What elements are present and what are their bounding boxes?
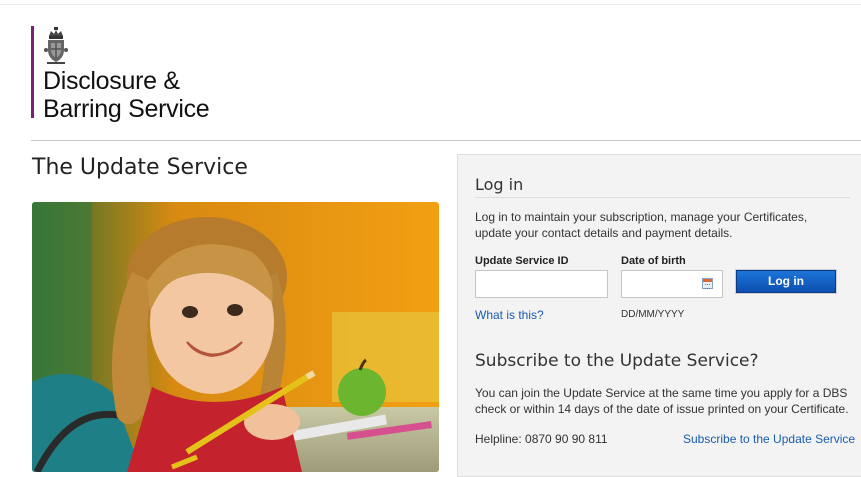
- login-divider: [475, 197, 850, 198]
- helpline-text: Helpline: 0870 90 90 811: [475, 432, 608, 446]
- dob-format-hint: DD/MM/YYYY: [621, 309, 685, 320]
- calendar-icon[interactable]: [702, 278, 713, 289]
- subscribe-description: You can join the Update Service at the s…: [475, 386, 849, 416]
- smiling-girl-image: [32, 202, 439, 472]
- login-button[interactable]: Log in: [736, 270, 836, 293]
- subscribe-link[interactable]: Subscribe to the Update Service: [683, 432, 855, 446]
- page-title: The Update Service: [32, 155, 248, 180]
- crown-crest-icon: [44, 27, 68, 64]
- hero-image: [32, 202, 439, 472]
- dob-label: Date of birth: [621, 255, 686, 267]
- service-id-input[interactable]: [475, 270, 608, 298]
- logo-line-1: Disclosure &: [43, 67, 180, 95]
- login-panel: Log in Log in to maintain your subscript…: [457, 154, 861, 477]
- service-id-label: Update Service ID: [475, 255, 569, 267]
- login-heading: Log in: [475, 175, 524, 194]
- login-description: Log in to maintain your subscription, ma…: [475, 210, 808, 240]
- top-border: [0, 0, 861, 5]
- dbs-logo[interactable]: Disclosure & Barring Service: [31, 26, 210, 122]
- what-is-this-link[interactable]: What is this?: [475, 308, 544, 322]
- logo-line-2: Barring Service: [43, 95, 210, 123]
- header-divider: [31, 140, 861, 141]
- subscribe-heading: Subscribe to the Update Service?: [475, 351, 759, 371]
